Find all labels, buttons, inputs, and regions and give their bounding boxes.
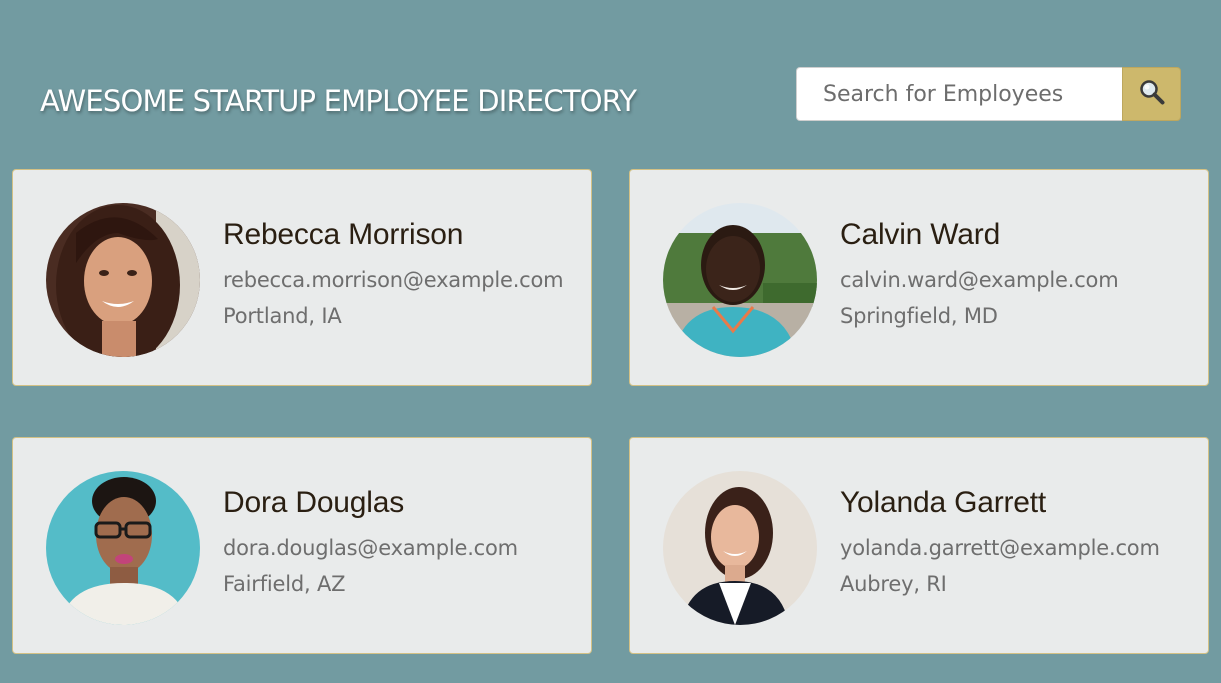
employee-email: rebecca.morrison@example.com bbox=[223, 268, 564, 292]
employee-location: Portland, IA bbox=[223, 304, 342, 328]
employee-name: Rebecca Morrison bbox=[223, 218, 464, 251]
employee-card[interactable]: Yolanda Garrett yolanda.garrett@example.… bbox=[629, 437, 1209, 654]
employee-name: Yolanda Garrett bbox=[840, 486, 1047, 519]
employee-name: Dora Douglas bbox=[223, 486, 405, 519]
employee-location: Fairfield, AZ bbox=[223, 572, 346, 596]
employee-card[interactable]: Calvin Ward calvin.ward@example.com Spri… bbox=[629, 169, 1209, 386]
avatar bbox=[46, 203, 200, 357]
page-title: AWESOME STARTUP EMPLOYEE DIRECTORY bbox=[40, 84, 637, 118]
employee-name: Calvin Ward bbox=[840, 218, 1001, 251]
employee-card[interactable]: Dora Douglas dora.douglas@example.com Fa… bbox=[12, 437, 592, 654]
search-button[interactable] bbox=[1122, 67, 1181, 121]
employee-email: dora.douglas@example.com bbox=[223, 536, 518, 560]
employee-email: calvin.ward@example.com bbox=[840, 268, 1119, 292]
employee-location: Aubrey, RI bbox=[840, 572, 947, 596]
magnifier-icon bbox=[1138, 78, 1166, 110]
employee-card[interactable]: Rebecca Morrison rebecca.morrison@exampl… bbox=[12, 169, 592, 386]
page-header: AWESOME STARTUP EMPLOYEE DIRECTORY bbox=[0, 0, 1221, 160]
avatar bbox=[663, 203, 817, 357]
avatar bbox=[663, 471, 817, 625]
search-input[interactable] bbox=[796, 67, 1122, 121]
search-form bbox=[796, 67, 1181, 121]
employee-email: yolanda.garrett@example.com bbox=[840, 536, 1160, 560]
avatar bbox=[46, 471, 200, 625]
employee-location: Springfield, MD bbox=[840, 304, 998, 328]
